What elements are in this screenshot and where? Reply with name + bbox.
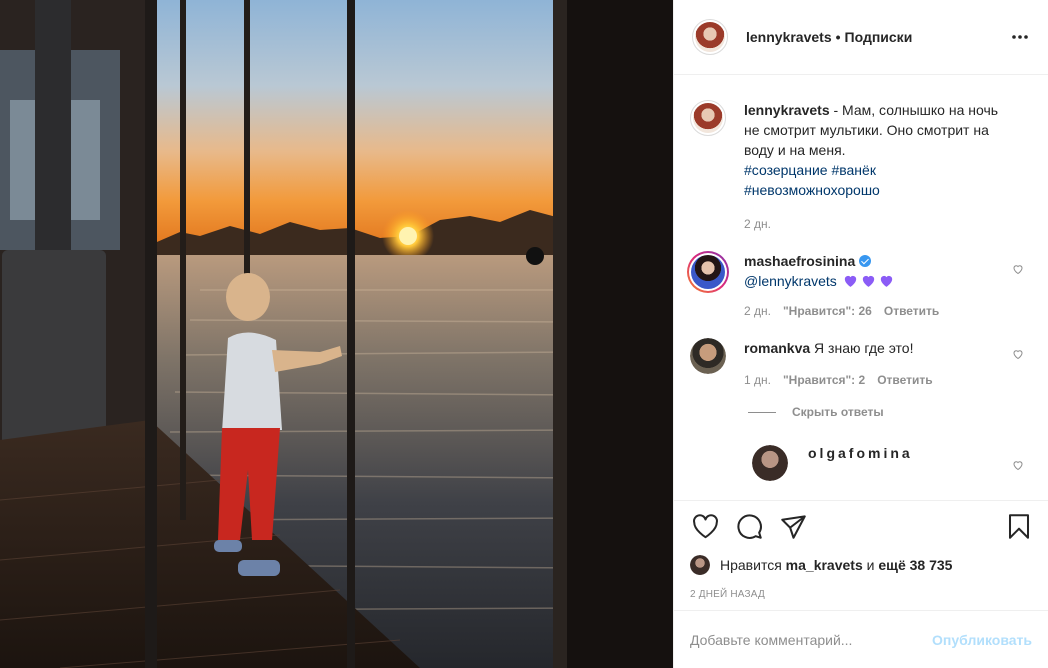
post-side-panel: lennykravets • Подписки lennykravets - М… [673,0,1048,668]
sunset-photo-illustration [0,0,673,668]
comment-time[interactable]: 2 дн. [744,304,771,318]
post-actions [674,500,1048,552]
comment-icon [736,514,762,539]
comment-time[interactable]: 1 дн. [744,373,771,387]
comment-button[interactable] [734,512,764,542]
commenter-username[interactable]: romankva [744,340,810,356]
purple-heart-icon [880,275,892,287]
heart-icon [692,514,718,539]
hashtag[interactable]: #невозможнохорошо [744,182,880,198]
share-button[interactable] [778,512,808,542]
comments-list[interactable]: lennykravets - Мам, солнышко на ночь не … [674,75,1048,500]
likes-summary: Нравится ma_kravets и ещё 38 735 [674,552,1048,578]
post-caption: lennykravets - Мам, солнышко на ночь не … [690,100,1032,231]
post-date[interactable]: 2 ДНЕЙ НАЗАД [674,578,1048,610]
comment-item: romankva Я знаю где это! 1 дн. "Нравится… [690,338,1032,387]
reply-item: olgafomina [752,445,1032,481]
share-icon [780,515,806,539]
post-photo[interactable] [0,0,673,668]
following-button[interactable]: Подписки [845,29,913,45]
likes-conj: и [866,557,875,573]
reply-button[interactable]: Ответить [877,373,932,387]
post-modal: lennykravets • Подписки lennykravets - М… [0,0,1048,668]
reply-button[interactable]: Ответить [884,304,939,318]
add-comment-form: Опубликовать [674,610,1048,668]
hide-replies-line [748,411,776,413]
hide-replies-button[interactable]: Скрыть ответы [748,405,1032,419]
save-button[interactable] [1004,512,1034,542]
publish-button[interactable]: Опубликовать [932,632,1032,648]
post-header: lennykravets • Подписки [674,0,1048,75]
comment-likes-count[interactable]: "Нравится": 2 [783,373,865,387]
comment-like-heart-icon[interactable] [1012,348,1024,360]
comment-input[interactable] [690,631,933,648]
likes-count-link[interactable]: ещё 38 735 [878,557,952,573]
commenter-avatar[interactable] [690,338,726,374]
like-button[interactable] [690,512,720,542]
comment-item: mashaefrosinina @lennykravets 2 дн. "Нра… [690,251,1032,318]
caption-text: lennykravets - Мам, солнышко на ночь не … [744,100,1008,200]
verified-icon [859,255,872,267]
author-avatar[interactable] [692,19,728,55]
commenter-avatar[interactable] [687,251,729,293]
commenter-username[interactable]: mashaefrosinina [744,253,855,269]
more-options-button[interactable] [1008,25,1032,49]
caption-author-avatar[interactable] [690,100,726,136]
author-username[interactable]: lennykravets [746,29,832,45]
caption-author-username[interactable]: lennykravets [744,102,830,118]
liker-username[interactable]: ma_kravets [786,557,863,573]
hashtag[interactable]: #созерцание [744,162,828,178]
hashtag[interactable]: #ванёк [831,162,876,178]
more-icon [1012,35,1028,39]
reply-username[interactable]: olgafomina [808,445,913,461]
comment-body: Я знаю где это! [814,340,914,356]
reply-avatar[interactable] [752,445,788,481]
comment-likes-count[interactable]: "Нравится": 26 [783,304,872,318]
liker-avatar[interactable] [690,555,710,575]
purple-heart-icon [844,275,856,287]
purple-heart-icon [862,275,874,287]
comment-mention[interactable]: @lennykravets [744,273,837,289]
comment-like-heart-icon[interactable] [1012,459,1024,471]
caption-time[interactable]: 2 дн. [744,217,771,231]
comment-text: romankva Я знаю где это! [744,338,1008,358]
likes-prefix: Нравится [720,557,782,573]
comment-like-heart-icon[interactable] [1012,263,1024,275]
bookmark-icon [1008,514,1030,539]
comment-text: mashaefrosinina @lennykravets [744,251,1008,291]
header-separator: • [835,29,841,45]
hide-replies-label: Скрыть ответы [792,405,884,419]
